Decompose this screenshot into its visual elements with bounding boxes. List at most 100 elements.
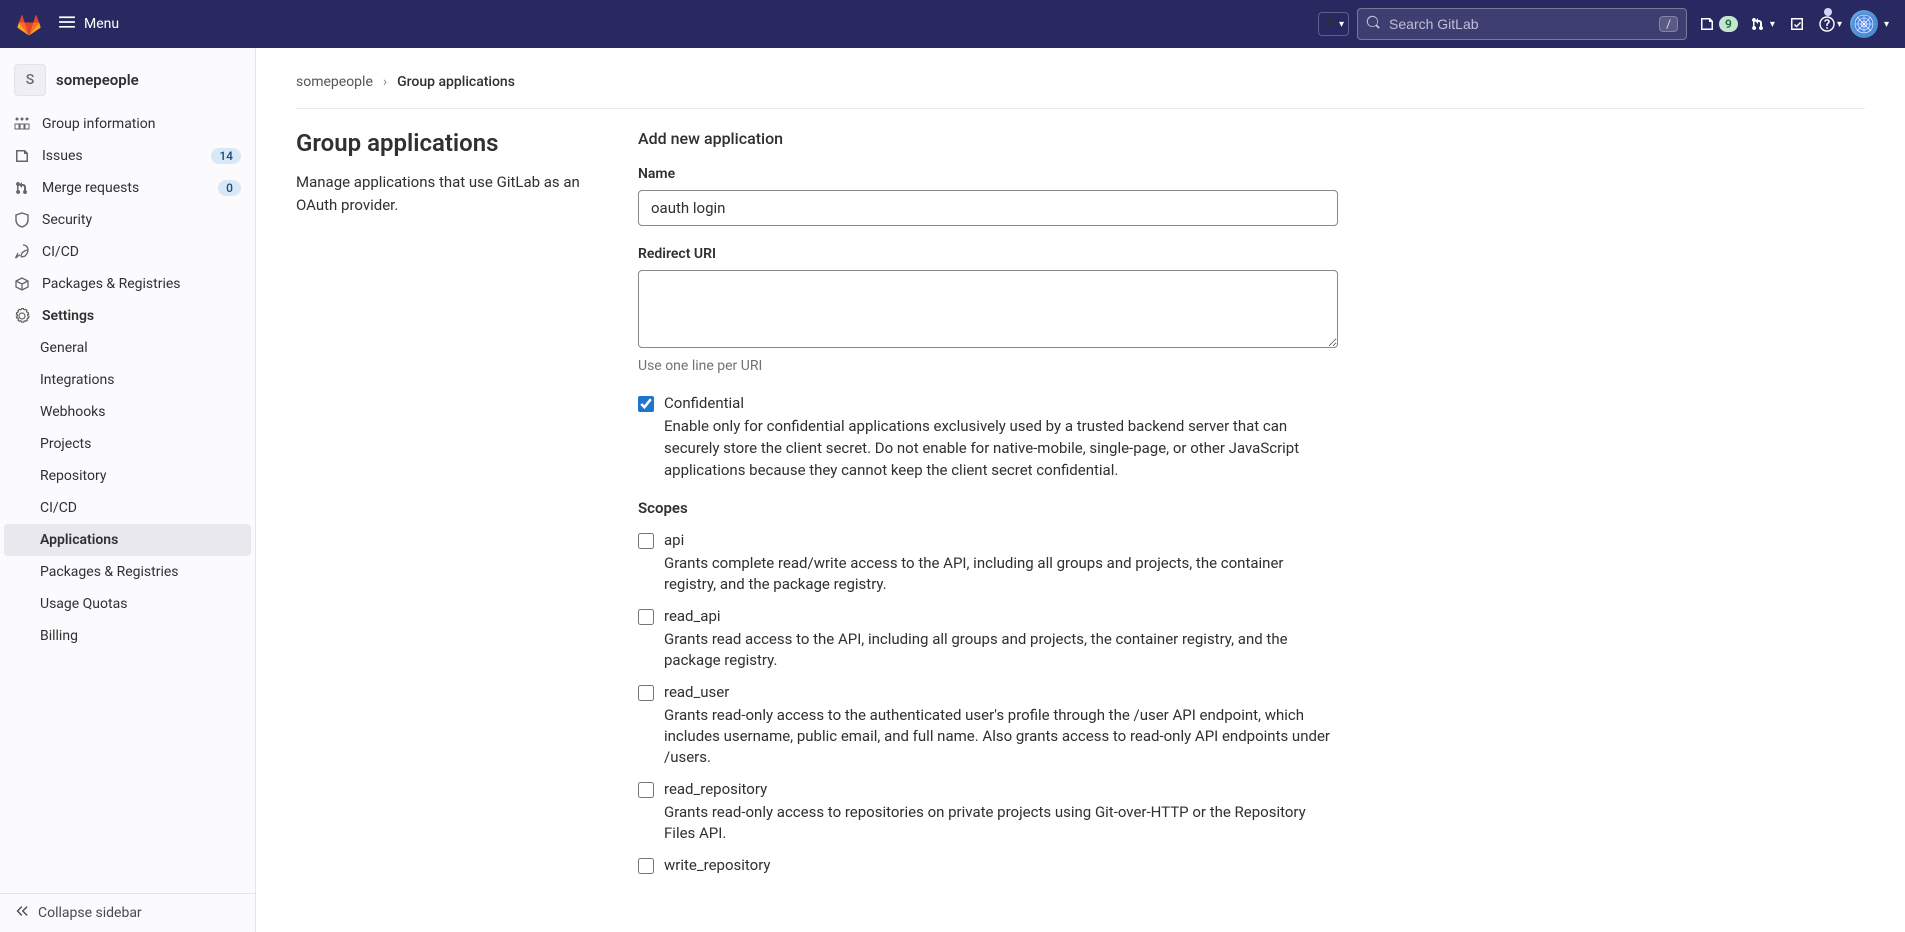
redirect-uri-textarea[interactable]: [638, 270, 1338, 348]
chevron-right-icon: ›: [383, 74, 387, 90]
search-shortcut-key: /: [1659, 16, 1678, 32]
scopes-title: Scopes: [638, 499, 1338, 517]
user-avatar: [1850, 10, 1878, 38]
top-navbar: Menu ▾ / 9 ▾ ▾ ▾: [0, 0, 1905, 48]
collapse-sidebar-button[interactable]: Collapse sidebar: [0, 893, 255, 932]
collapse-label: Collapse sidebar: [38, 905, 142, 921]
chevron-down-icon: ▾: [1884, 19, 1889, 30]
collapse-icon: [14, 904, 28, 922]
confidential-description: Enable only for confidential application…: [664, 416, 1338, 481]
page-description: Manage applications that use GitLab as a…: [296, 171, 606, 216]
mr-count: 0: [218, 180, 241, 196]
chevron-down-icon: ▾: [1339, 19, 1344, 30]
sidebar-sub-applications[interactable]: Applications: [4, 524, 251, 556]
redirect-uri-label: Redirect URI: [638, 246, 1338, 262]
sidebar-sub-packages[interactable]: Packages & Registries: [0, 556, 255, 588]
breadcrumb-root[interactable]: somepeople: [296, 74, 373, 90]
scope-row-read-api: read_api: [638, 607, 1338, 625]
scope-checkbox-read-user[interactable]: [638, 685, 654, 701]
sidebar-item-label: Group information: [42, 116, 156, 132]
menu-label: Menu: [84, 16, 119, 32]
scope-desc: Grants read access to the API, including…: [664, 629, 1338, 671]
hamburger-icon: [58, 13, 76, 35]
scope-checkbox-read-repository[interactable]: [638, 782, 654, 798]
scope-name[interactable]: read_api: [664, 607, 721, 625]
menu-button[interactable]: Menu: [50, 7, 127, 41]
scope-desc: Grants read-only access to repositories …: [664, 802, 1338, 844]
sidebar-sub-integrations[interactable]: Integrations: [0, 364, 255, 396]
name-label: Name: [638, 166, 1338, 182]
scope-name[interactable]: read_repository: [664, 780, 767, 798]
issues-count-badge: 9: [1719, 16, 1738, 32]
search-icon: [1366, 15, 1381, 34]
notification-dot: [1824, 8, 1832, 16]
scope-row-read-user: read_user: [638, 683, 1338, 701]
scope-desc: Grants complete read/write access to the…: [664, 553, 1338, 595]
sidebar-item-label: Security: [42, 212, 92, 228]
package-icon: [14, 276, 30, 292]
sidebar-item-label: Packages & Registries: [42, 276, 181, 292]
sidebar-sub-projects[interactable]: Projects: [0, 428, 255, 460]
chevron-down-icon: ▾: [1770, 19, 1775, 30]
rocket-icon: [14, 244, 30, 260]
issues-shortcut[interactable]: 9: [1695, 10, 1742, 38]
sidebar-sub-cicd[interactable]: CI/CD: [0, 492, 255, 524]
sidebar-item-issues[interactable]: Issues 14: [0, 140, 255, 172]
page-title: Group applications: [296, 129, 606, 157]
user-menu[interactable]: ▾: [1850, 10, 1889, 38]
scope-row-write-repository: write_repository: [638, 856, 1338, 874]
help-dropdown[interactable]: ▾: [1819, 10, 1842, 38]
sidebar-item-label: Settings: [42, 308, 94, 324]
plus-icon: [1323, 15, 1337, 33]
left-sidebar: S somepeople Group information Issues 14…: [0, 48, 256, 932]
group-header[interactable]: S somepeople: [0, 56, 255, 108]
scope-name[interactable]: write_repository: [664, 856, 771, 874]
merge-request-icon: [14, 180, 30, 196]
issues-icon: [14, 148, 30, 164]
sidebar-item-merge-requests[interactable]: Merge requests 0: [0, 172, 255, 204]
scope-checkbox-write-repository[interactable]: [638, 858, 654, 874]
sidebar-item-packages[interactable]: Packages & Registries: [0, 268, 255, 300]
sidebar-sub-repository[interactable]: Repository: [0, 460, 255, 492]
name-input[interactable]: [638, 190, 1338, 226]
scope-row-read-repository: read_repository: [638, 780, 1338, 798]
breadcrumb: somepeople › Group applications: [296, 64, 1865, 109]
gitlab-logo-icon[interactable]: [16, 11, 42, 37]
sidebar-sub-billing[interactable]: Billing: [0, 620, 255, 652]
main-content: somepeople › Group applications Group ap…: [256, 48, 1905, 932]
shield-icon: [14, 212, 30, 228]
sidebar-sub-webhooks[interactable]: Webhooks: [0, 396, 255, 428]
sidebar-item-cicd[interactable]: CI/CD: [0, 236, 255, 268]
issues-count: 14: [211, 148, 241, 164]
todos-shortcut[interactable]: [1783, 10, 1811, 38]
merge-requests-shortcut[interactable]: ▾: [1750, 10, 1775, 38]
confidential-row: Confidential: [638, 394, 1338, 412]
new-dropdown[interactable]: ▾: [1318, 12, 1349, 36]
gear-icon: [14, 308, 30, 324]
scope-checkbox-read-api[interactable]: [638, 609, 654, 625]
group-name: somepeople: [56, 71, 139, 89]
sidebar-item-security[interactable]: Security: [0, 204, 255, 236]
sidebar-item-label: Merge requests: [42, 180, 139, 196]
chevron-down-icon: ▾: [1837, 19, 1842, 30]
scope-checkbox-api[interactable]: [638, 533, 654, 549]
sidebar-item-group-information[interactable]: Group information: [0, 108, 255, 140]
search-bar[interactable]: /: [1357, 8, 1687, 40]
sidebar-sub-general[interactable]: General: [0, 332, 255, 364]
scope-name[interactable]: api: [664, 531, 684, 549]
info-icon: [14, 116, 30, 132]
sidebar-item-label: CI/CD: [42, 244, 79, 260]
sidebar-item-label: Issues: [42, 148, 83, 164]
sidebar-sub-usage-quotas[interactable]: Usage Quotas: [0, 588, 255, 620]
confidential-label[interactable]: Confidential: [664, 394, 744, 412]
redirect-help-text: Use one line per URI: [638, 358, 1338, 374]
scope-name[interactable]: read_user: [664, 683, 729, 701]
breadcrumb-current: Group applications: [397, 74, 515, 90]
form-section-title: Add new application: [638, 129, 1338, 148]
confidential-checkbox[interactable]: [638, 396, 654, 412]
group-avatar: S: [14, 64, 46, 96]
search-input[interactable]: [1389, 16, 1651, 32]
scope-row-api: api: [638, 531, 1338, 549]
scope-desc: Grants read-only access to the authentic…: [664, 705, 1338, 768]
sidebar-item-settings[interactable]: Settings: [0, 300, 255, 332]
